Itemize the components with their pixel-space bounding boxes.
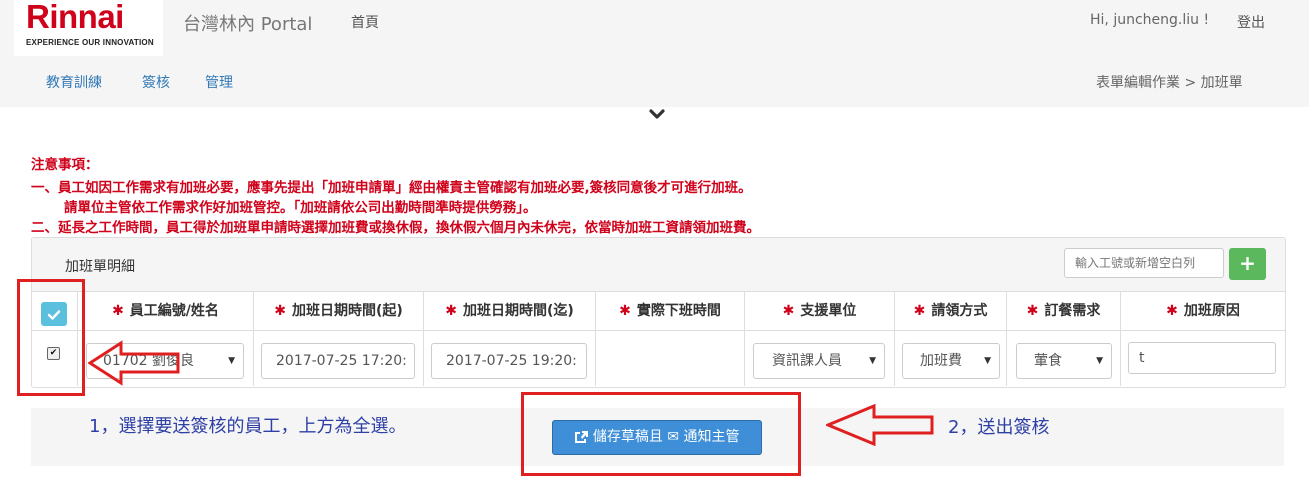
column-header-actual-off: ✱ 實際下班時間 bbox=[596, 292, 745, 330]
user-greeting[interactable]: Hi, juncheng.liu ! bbox=[1090, 12, 1209, 28]
column-header-employee: ✱ 員工編號/姓名 bbox=[78, 292, 254, 330]
menu-item-approval[interactable]: 簽核 bbox=[142, 72, 170, 92]
caret-down-icon: ▼ bbox=[1096, 356, 1103, 366]
required-icon: ✱ bbox=[782, 303, 795, 319]
logout-link[interactable]: 登出 bbox=[1237, 12, 1265, 32]
required-icon: ✱ bbox=[274, 303, 286, 319]
annotation-arrow-left-icon bbox=[826, 404, 934, 447]
annotation-box-checkboxes bbox=[17, 279, 85, 396]
required-icon: ✱ bbox=[112, 303, 124, 319]
required-icon: ✱ bbox=[1026, 303, 1039, 319]
end-cell: 2017-07-25 19:20: bbox=[424, 331, 596, 386]
overtime-detail-panel: 加班單明細 + ✱員工編號/姓名 ✱加班日期時間(起) ✱加班日期時間(迄) ✱… bbox=[31, 237, 1286, 388]
annotation-arrow-left-icon bbox=[88, 340, 180, 386]
meal-select[interactable]: 葷食 ▼ bbox=[1016, 343, 1112, 379]
portal-title[interactable]: 台灣林內 Portal bbox=[183, 10, 312, 36]
annotation-hint-2: 2，送出簽核 bbox=[948, 417, 1050, 438]
required-icon: ✱ bbox=[913, 303, 926, 319]
actual-off-cell bbox=[596, 331, 745, 386]
column-header-reason: ✱ 加班原因 bbox=[1166, 303, 1240, 319]
chevron-down-icon[interactable] bbox=[648, 106, 666, 122]
menu-item-training[interactable]: 教育訓練 bbox=[46, 72, 102, 92]
claim-method-select[interactable]: 加班費 ▼ bbox=[902, 343, 1000, 379]
nav-home-link[interactable]: 首頁 bbox=[351, 12, 379, 32]
caret-down-icon: ▼ bbox=[984, 356, 991, 366]
caret-down-icon: ▼ bbox=[228, 356, 235, 366]
notice-title: 注意事項： bbox=[31, 157, 99, 173]
logo-tagline: EXPERIENCE OUR INNOVATION bbox=[26, 38, 154, 47]
add-row-button[interactable]: + bbox=[1229, 248, 1266, 280]
logo-wordmark: Rinnai bbox=[26, 0, 124, 35]
annotation-hint-1: 1，選擇要送簽核的員工，上方為全選。 bbox=[89, 416, 407, 437]
required-icon: ✱ bbox=[445, 303, 457, 319]
notice-line-1: 一、員工如因工作需求有加班必要，應事先提出「加班申請單」經由權責主管確認有加班必… bbox=[31, 180, 752, 196]
column-header-support-unit: ✱ 支援單位 bbox=[745, 292, 895, 330]
column-header-end: ✱ 加班日期時間(迄) bbox=[424, 292, 596, 330]
panel-heading: 加班單明細 + bbox=[32, 238, 1285, 292]
column-header-meal: ✱ 訂餐需求 bbox=[1007, 292, 1121, 330]
support-unit-select[interactable]: 資訊課人員 ▼ bbox=[753, 343, 885, 379]
panel-title: 加班單明細 bbox=[65, 259, 135, 275]
column-header-start: ✱ 加班日期時間(起) bbox=[254, 292, 424, 330]
top-navbar: Rinnai EXPERIENCE OUR INNOVATION 台灣林內 Po… bbox=[0, 0, 1309, 107]
caret-down-icon: ▼ bbox=[869, 356, 876, 366]
required-icon: ✱ bbox=[1166, 303, 1178, 319]
support-unit-cell: 資訊課人員 ▼ bbox=[745, 331, 895, 386]
start-cell: 2017-07-25 17:20: bbox=[254, 331, 424, 386]
notice-line-3: 二、延長之工作時間，員工得於加班單申請時選擇加班費或換休假，換休假六個月內未休完… bbox=[31, 220, 760, 236]
menu-item-admin[interactable]: 管理 bbox=[205, 72, 233, 92]
reason-cell: t bbox=[1121, 331, 1285, 386]
notice-line-2: 請單位主管依工作需求作好加班管控。「加班請依公司出勤時間準時提供勞務」。 bbox=[64, 200, 537, 216]
reason-input[interactable]: t bbox=[1128, 342, 1276, 374]
employee-search-input[interactable] bbox=[1064, 248, 1224, 278]
claim-cell: 加班費 ▼ bbox=[895, 331, 1007, 386]
start-datetime-input[interactable]: 2017-07-25 17:20: bbox=[261, 343, 415, 379]
rinnai-logo[interactable]: Rinnai EXPERIENCE OUR INNOVATION bbox=[14, 0, 163, 56]
breadcrumb: 表單編輯作業 > 加班單 bbox=[1096, 75, 1243, 91]
end-datetime-input[interactable]: 2017-07-25 19:20: bbox=[431, 343, 587, 379]
required-icon: ✱ bbox=[619, 303, 631, 319]
meal-cell: 葷食 ▼ bbox=[1007, 331, 1121, 386]
column-header-claim: ✱ 請領方式 bbox=[895, 292, 1007, 330]
annotation-box-submit bbox=[521, 392, 801, 476]
